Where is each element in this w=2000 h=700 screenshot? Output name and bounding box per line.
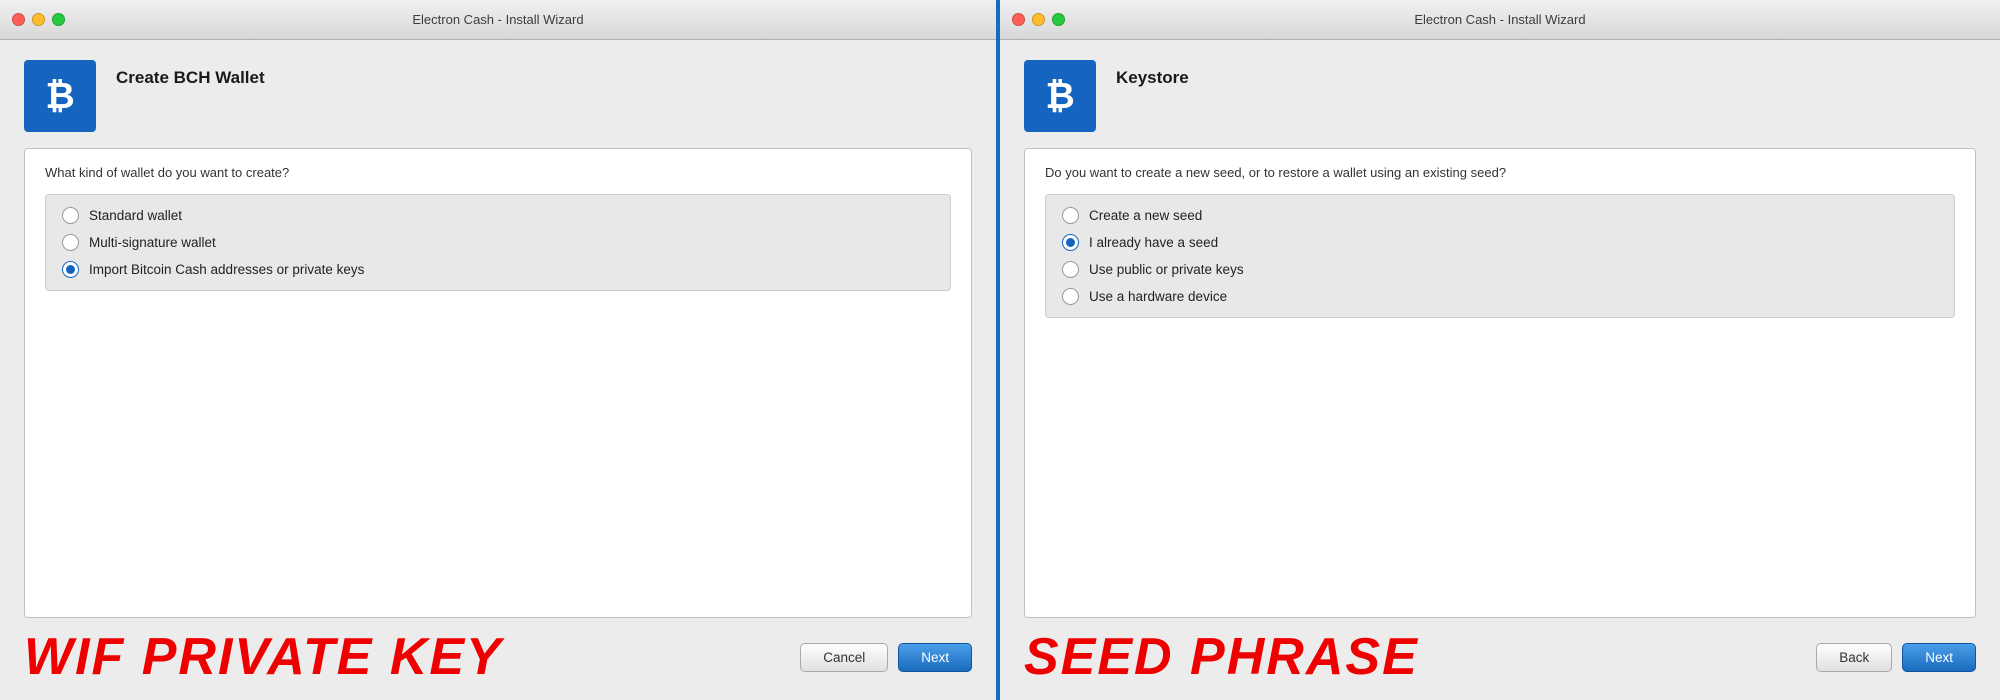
option-hardware-label: Use a hardware device bbox=[1089, 289, 1227, 304]
option-import-label: Import Bitcoin Cash addresses or private… bbox=[89, 262, 364, 277]
radio-import-dot bbox=[66, 265, 75, 274]
bitcoin-symbol-left: ₿ bbox=[45, 75, 74, 117]
title-bar-left: Electron Cash - Install Wizard bbox=[0, 0, 996, 40]
back-button[interactable]: Back bbox=[1816, 643, 1892, 672]
dialog-title-right: Keystore bbox=[1116, 68, 1189, 88]
dialog-body-left: What kind of wallet do you want to creat… bbox=[24, 148, 972, 618]
option-public-private[interactable]: Use public or private keys bbox=[1062, 261, 1938, 278]
maximize-button-right[interactable] bbox=[1052, 13, 1065, 26]
radio-hardware[interactable] bbox=[1062, 288, 1079, 305]
options-box-left: Standard wallet Multi-signature wallet I… bbox=[45, 194, 951, 291]
minimize-button-left[interactable] bbox=[32, 13, 45, 26]
radio-standard[interactable] bbox=[62, 207, 79, 224]
maximize-button-left[interactable] bbox=[52, 13, 65, 26]
option-multisig-label: Multi-signature wallet bbox=[89, 235, 216, 250]
footer-label-left: WIF PRIVATE KEY bbox=[24, 631, 503, 683]
option-multisig[interactable]: Multi-signature wallet bbox=[62, 234, 934, 251]
dialog-question-right: Do you want to create a new seed, or to … bbox=[1045, 165, 1955, 180]
option-standard-label: Standard wallet bbox=[89, 208, 182, 223]
header-left: ₿ Create BCH Wallet bbox=[24, 60, 972, 132]
radio-existing-seed[interactable] bbox=[1062, 234, 1079, 251]
radio-new-seed[interactable] bbox=[1062, 207, 1079, 224]
cancel-button[interactable]: Cancel bbox=[800, 643, 888, 672]
window-controls-right bbox=[1012, 13, 1065, 26]
footer-buttons-left: Cancel Next bbox=[800, 643, 972, 672]
left-panel: Electron Cash - Install Wizard ₿ Create … bbox=[0, 0, 1000, 700]
footer-left: WIF PRIVATE KEY Cancel Next bbox=[24, 630, 972, 690]
content-area-right: ₿ Keystore Do you want to create a new s… bbox=[1000, 40, 2000, 700]
footer-buttons-right: Back Next bbox=[1816, 643, 1976, 672]
options-box-right: Create a new seed I already have a seed … bbox=[1045, 194, 1955, 318]
next-button-left[interactable]: Next bbox=[898, 643, 972, 672]
radio-existing-seed-dot bbox=[1066, 238, 1075, 247]
minimize-button-right[interactable] bbox=[1032, 13, 1045, 26]
content-area-left: ₿ Create BCH Wallet What kind of wallet … bbox=[0, 40, 996, 700]
window-controls-left bbox=[12, 13, 65, 26]
option-existing-seed-label: I already have a seed bbox=[1089, 235, 1218, 250]
dialog-question-left: What kind of wallet do you want to creat… bbox=[45, 165, 951, 180]
bitcoin-symbol-right: ₿ bbox=[1045, 75, 1074, 117]
right-panel: Electron Cash - Install Wizard ₿ Keystor… bbox=[1000, 0, 2000, 700]
option-import[interactable]: Import Bitcoin Cash addresses or private… bbox=[62, 261, 934, 278]
option-new-seed-label: Create a new seed bbox=[1089, 208, 1202, 223]
close-button-right[interactable] bbox=[1012, 13, 1025, 26]
bitcoin-logo-left: ₿ bbox=[24, 60, 96, 132]
option-existing-seed[interactable]: I already have a seed bbox=[1062, 234, 1938, 251]
option-standard[interactable]: Standard wallet bbox=[62, 207, 934, 224]
window-title-left: Electron Cash - Install Wizard bbox=[412, 12, 583, 27]
header-right: ₿ Keystore bbox=[1024, 60, 1976, 132]
radio-public-private[interactable] bbox=[1062, 261, 1079, 278]
bitcoin-logo-right: ₿ bbox=[1024, 60, 1096, 132]
option-new-seed[interactable]: Create a new seed bbox=[1062, 207, 1938, 224]
dialog-title-left: Create BCH Wallet bbox=[116, 68, 265, 88]
close-button-left[interactable] bbox=[12, 13, 25, 26]
radio-multisig[interactable] bbox=[62, 234, 79, 251]
option-public-private-label: Use public or private keys bbox=[1089, 262, 1244, 277]
footer-label-right: SEED PHRASE bbox=[1024, 631, 1419, 683]
dialog-body-right: Do you want to create a new seed, or to … bbox=[1024, 148, 1976, 618]
next-button-right[interactable]: Next bbox=[1902, 643, 1976, 672]
radio-import[interactable] bbox=[62, 261, 79, 278]
title-bar-right: Electron Cash - Install Wizard bbox=[1000, 0, 2000, 40]
window-title-right: Electron Cash - Install Wizard bbox=[1414, 12, 1585, 27]
footer-right: SEED PHRASE Back Next bbox=[1024, 630, 1976, 690]
option-hardware[interactable]: Use a hardware device bbox=[1062, 288, 1938, 305]
